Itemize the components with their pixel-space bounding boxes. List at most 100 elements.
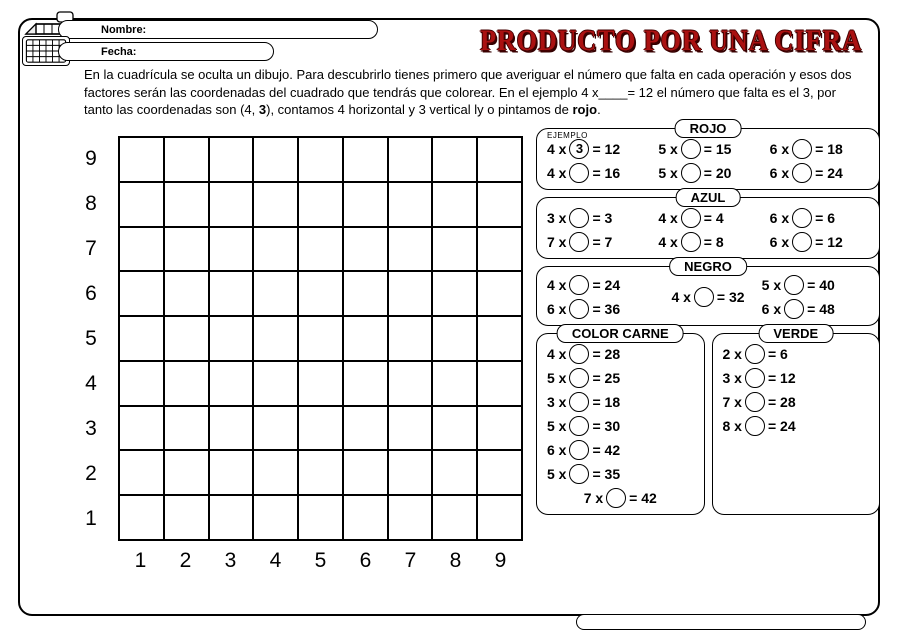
answer-bubble[interactable] (792, 139, 812, 159)
grid-cell[interactable] (164, 406, 209, 451)
grid-cell[interactable] (388, 137, 433, 182)
grid-cell[interactable] (298, 182, 343, 227)
grid-cell[interactable] (388, 495, 433, 540)
grid-cell[interactable] (477, 316, 522, 361)
multiplication-problem[interactable]: 7 x = 7 (547, 232, 646, 252)
grid-cell[interactable] (388, 361, 433, 406)
multiplication-problem[interactable]: 4 x 3= 12 (547, 139, 646, 159)
grid-cell[interactable] (298, 227, 343, 272)
answer-bubble[interactable]: 3 (569, 139, 589, 159)
answer-bubble[interactable] (569, 440, 589, 460)
multiplication-problem[interactable]: 3 x = 18 (547, 392, 694, 412)
multiplication-problem[interactable]: 3 x = 3 (547, 208, 646, 228)
grid-cell[interactable] (209, 271, 254, 316)
grid-cell[interactable] (209, 137, 254, 182)
grid-cell[interactable] (119, 227, 164, 272)
answer-bubble[interactable] (694, 287, 714, 307)
grid-cell[interactable] (477, 227, 522, 272)
grid-cell[interactable] (164, 450, 209, 495)
grid-cell[interactable] (253, 182, 298, 227)
grid-cell[interactable] (164, 316, 209, 361)
grid-cell[interactable] (477, 137, 522, 182)
multiplication-problem[interactable]: 4 x = 32 (654, 287, 761, 307)
answer-bubble[interactable] (569, 416, 589, 436)
multiplication-problem[interactable]: 5 x = 25 (547, 368, 694, 388)
grid-cell[interactable] (209, 450, 254, 495)
answer-bubble[interactable] (569, 344, 589, 364)
grid-cell[interactable] (343, 182, 388, 227)
answer-bubble[interactable] (681, 232, 701, 252)
answer-bubble[interactable] (792, 163, 812, 183)
grid-cell[interactable] (388, 450, 433, 495)
multiplication-problem[interactable]: 7 x = 28 (723, 392, 803, 412)
grid-cell[interactable] (253, 361, 298, 406)
grid-cell[interactable] (119, 406, 164, 451)
grid-cell[interactable] (388, 316, 433, 361)
grid-cell[interactable] (253, 316, 298, 361)
grid-cell[interactable] (432, 182, 477, 227)
answer-bubble[interactable] (569, 208, 589, 228)
grid-cell[interactable] (164, 227, 209, 272)
grid-cell[interactable] (253, 495, 298, 540)
grid-cell[interactable] (432, 316, 477, 361)
grid-cell[interactable] (343, 271, 388, 316)
multiplication-problem[interactable]: 6 x = 24 (770, 163, 869, 183)
answer-bubble[interactable] (784, 275, 804, 295)
grid-cell[interactable] (119, 450, 164, 495)
answer-bubble[interactable] (681, 139, 701, 159)
answer-bubble[interactable] (569, 368, 589, 388)
multiplication-problem[interactable]: 5 x = 20 (658, 163, 757, 183)
grid-cell[interactable] (343, 495, 388, 540)
answer-bubble[interactable] (569, 275, 589, 295)
grid-cell[interactable] (298, 271, 343, 316)
grid-cell[interactable] (343, 137, 388, 182)
grid-cell[interactable] (164, 361, 209, 406)
answer-bubble[interactable] (569, 232, 589, 252)
grid-cell[interactable] (298, 406, 343, 451)
grid-cell[interactable] (477, 406, 522, 451)
multiplication-problem[interactable]: 4 x = 24 (547, 275, 654, 295)
grid-cell[interactable] (164, 271, 209, 316)
grid-cell[interactable] (209, 182, 254, 227)
multiplication-problem[interactable]: 6 x = 48 (762, 299, 869, 319)
multiplication-problem[interactable]: 5 x = 15 (658, 139, 757, 159)
answer-bubble[interactable] (784, 299, 804, 319)
multiplication-problem[interactable]: 6 x = 18 (770, 139, 869, 159)
grid-cell[interactable] (119, 495, 164, 540)
grid-cell[interactable] (343, 406, 388, 451)
multiplication-problem[interactable]: 6 x = 36 (547, 299, 654, 319)
grid-cell[interactable] (209, 316, 254, 361)
date-field[interactable]: Fecha: (58, 42, 274, 61)
grid-cell[interactable] (209, 227, 254, 272)
multiplication-problem[interactable]: 4 x = 4 (658, 208, 757, 228)
grid-cell[interactable] (253, 137, 298, 182)
multiplication-problem[interactable]: 6 x = 6 (770, 208, 869, 228)
grid-cell[interactable] (388, 227, 433, 272)
multiplication-problem[interactable]: 5 x = 35 (547, 464, 694, 484)
grid-cell[interactable] (477, 450, 522, 495)
multiplication-problem[interactable]: 4 x = 28 (547, 344, 694, 364)
answer-bubble[interactable] (569, 299, 589, 319)
grid-cell[interactable] (164, 182, 209, 227)
grid-cell[interactable] (119, 182, 164, 227)
multiplication-problem[interactable]: 4 x = 16 (547, 163, 646, 183)
multiplication-problem[interactable]: 7 x = 42 (547, 488, 694, 508)
grid-cell[interactable] (432, 495, 477, 540)
multiplication-problem[interactable]: 5 x = 40 (762, 275, 869, 295)
grid-cell[interactable] (477, 361, 522, 406)
grid-cell[interactable] (209, 406, 254, 451)
answer-bubble[interactable] (745, 392, 765, 412)
coordinate-grid[interactable] (118, 136, 523, 541)
grid-cell[interactable] (209, 361, 254, 406)
multiplication-problem[interactable]: 3 x = 12 (723, 368, 803, 388)
grid-cell[interactable] (432, 137, 477, 182)
name-field[interactable]: Nombre: (58, 20, 378, 39)
grid-cell[interactable] (298, 316, 343, 361)
grid-cell[interactable] (164, 495, 209, 540)
grid-cell[interactable] (477, 495, 522, 540)
grid-cell[interactable] (298, 450, 343, 495)
answer-bubble[interactable] (792, 232, 812, 252)
grid-cell[interactable] (209, 495, 254, 540)
answer-bubble[interactable] (569, 464, 589, 484)
grid-cell[interactable] (343, 361, 388, 406)
